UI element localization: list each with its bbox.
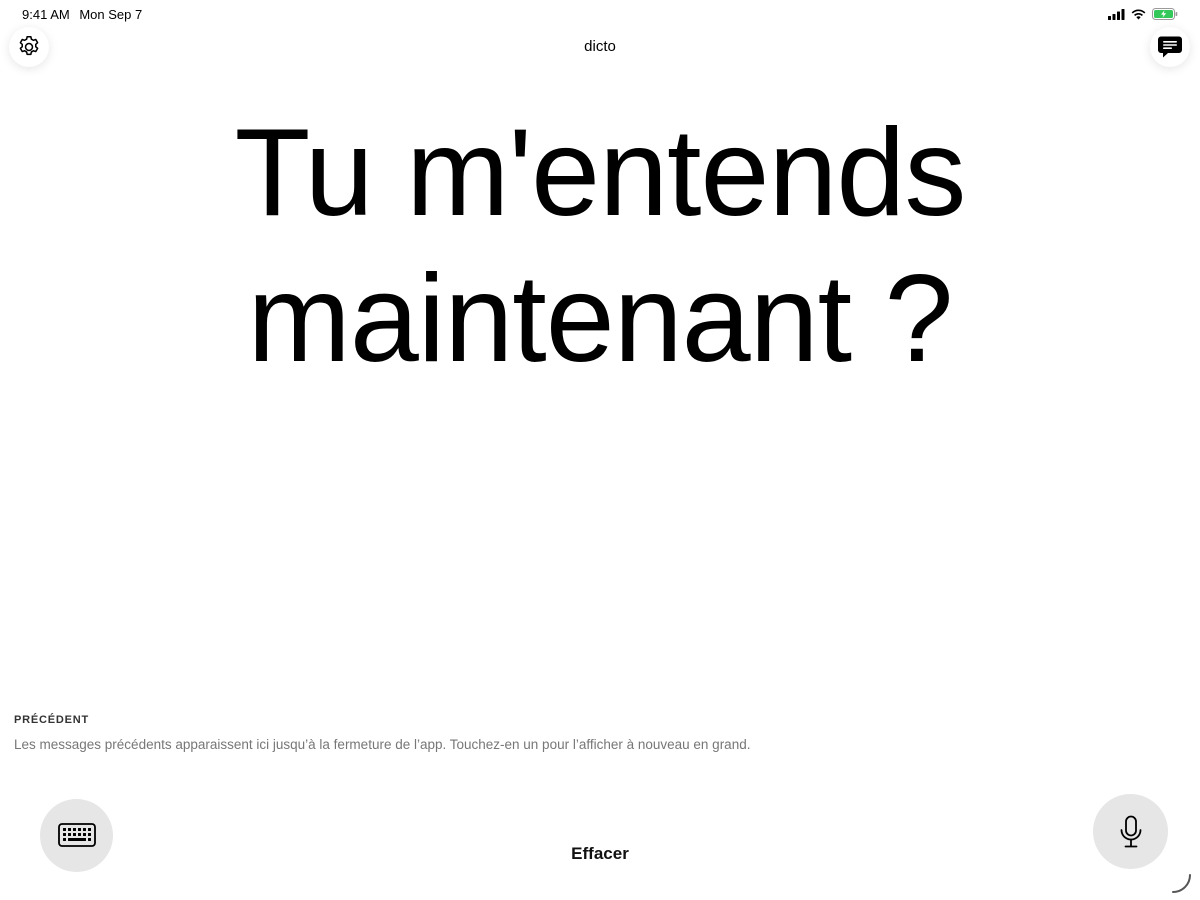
- status-time: 9:41 AM: [22, 7, 70, 22]
- resize-handle[interactable]: [1170, 872, 1192, 894]
- wifi-icon: [1131, 9, 1146, 19]
- status-date: Mon Sep 7: [79, 7, 143, 22]
- keyboard-button[interactable]: [40, 799, 113, 872]
- keyboard-icon: [57, 822, 96, 847]
- status-time-date: 9:41 AM Mon Sep 7: [22, 7, 148, 22]
- previous-heading: PRÉCÉDENT: [14, 714, 90, 726]
- cellular-signal-icon: [1108, 8, 1125, 20]
- microphone-icon: [1120, 815, 1141, 847]
- status-icons: [1108, 8, 1178, 20]
- history-button[interactable]: [1150, 27, 1190, 67]
- clear-button[interactable]: Effacer: [530, 840, 670, 868]
- transcript-text: Tu m'entends maintenant ?: [0, 100, 1200, 392]
- status-bar: 9:41 AM Mon Sep 7: [0, 0, 1200, 28]
- transcript-line-2: maintenant ?: [247, 250, 954, 388]
- app-title: dicto: [584, 38, 616, 55]
- microphone-button[interactable]: [1093, 794, 1168, 869]
- battery-charging-icon: [1152, 8, 1178, 20]
- transcript-line-1: Tu m'entends: [234, 104, 967, 242]
- previous-description: Les messages précédents apparaissent ici…: [14, 737, 751, 752]
- chat-bubble-icon: [1158, 36, 1182, 58]
